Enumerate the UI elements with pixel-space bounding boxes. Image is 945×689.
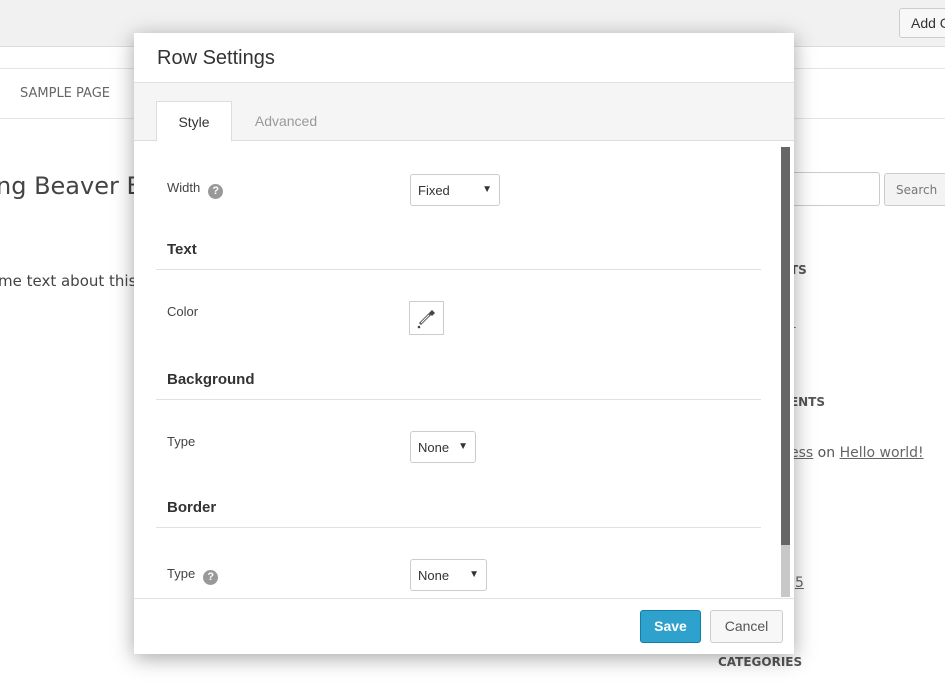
cancel-button[interactable]: Cancel: [710, 610, 783, 643]
search-button[interactable]: Search: [884, 173, 945, 206]
border-type-label-text: Type: [167, 566, 196, 581]
tab-bar: Style Advanced: [134, 83, 794, 142]
help-icon[interactable]: ?: [208, 184, 224, 199]
help-icon[interactable]: ?: [203, 570, 219, 585]
settings-body: Width? Fixed ▼ Text Color Background Type…: [134, 142, 794, 598]
recent-comment: ess on Hello world!: [790, 445, 924, 461]
categories-heading: CATEGORIES: [718, 655, 803, 669]
color-picker-button[interactable]: [409, 301, 444, 335]
background-section-heading: Background: [167, 371, 255, 388]
divider: [156, 399, 761, 400]
row-settings-modal: Row Settings Style Advanced Width? Fixed…: [134, 33, 794, 654]
tab-advanced[interactable]: Advanced: [244, 101, 328, 141]
scrollbar[interactable]: [781, 147, 790, 597]
divider: [156, 269, 761, 270]
chevron-down-icon: ▼: [458, 441, 468, 452]
border-type-value: None: [418, 568, 450, 583]
width-select[interactable]: Fixed ▼: [410, 174, 500, 206]
chevron-down-icon: ▼: [482, 184, 492, 195]
archive-link-text[interactable]: 5: [795, 575, 804, 591]
save-button[interactable]: Save: [640, 610, 701, 643]
chevron-down-icon: ▼: [469, 569, 479, 580]
width-label: Width?: [167, 180, 224, 199]
border-type-label: Type?: [167, 566, 219, 585]
border-section-heading: Border: [167, 499, 217, 516]
tab-style[interactable]: Style: [156, 101, 232, 142]
bg-type-value: None: [418, 440, 450, 455]
border-type-select[interactable]: None ▼: [410, 559, 487, 591]
width-value: Fixed: [418, 183, 450, 198]
color-label: Color: [167, 304, 199, 319]
archive-link[interactable]: 5: [795, 575, 804, 591]
scrollbar-thumb[interactable]: [781, 147, 790, 545]
comment-on-text: on: [817, 445, 836, 461]
text-section-heading: Text: [167, 241, 197, 258]
modal-title: Row Settings: [134, 33, 794, 83]
bg-type-select[interactable]: None ▼: [410, 431, 476, 463]
add-button[interactable]: Add C: [899, 8, 945, 38]
comment-post-link[interactable]: Hello world!: [840, 445, 924, 461]
page-text: me text about this: [0, 272, 137, 290]
bg-type-label: Type: [167, 434, 196, 449]
modal-footer: Save Cancel: [134, 598, 794, 654]
divider: [156, 527, 761, 528]
nav-sample-page[interactable]: SAMPLE PAGE: [20, 86, 110, 101]
eyedropper-icon: [417, 310, 435, 329]
width-label-text: Width: [167, 180, 201, 195]
